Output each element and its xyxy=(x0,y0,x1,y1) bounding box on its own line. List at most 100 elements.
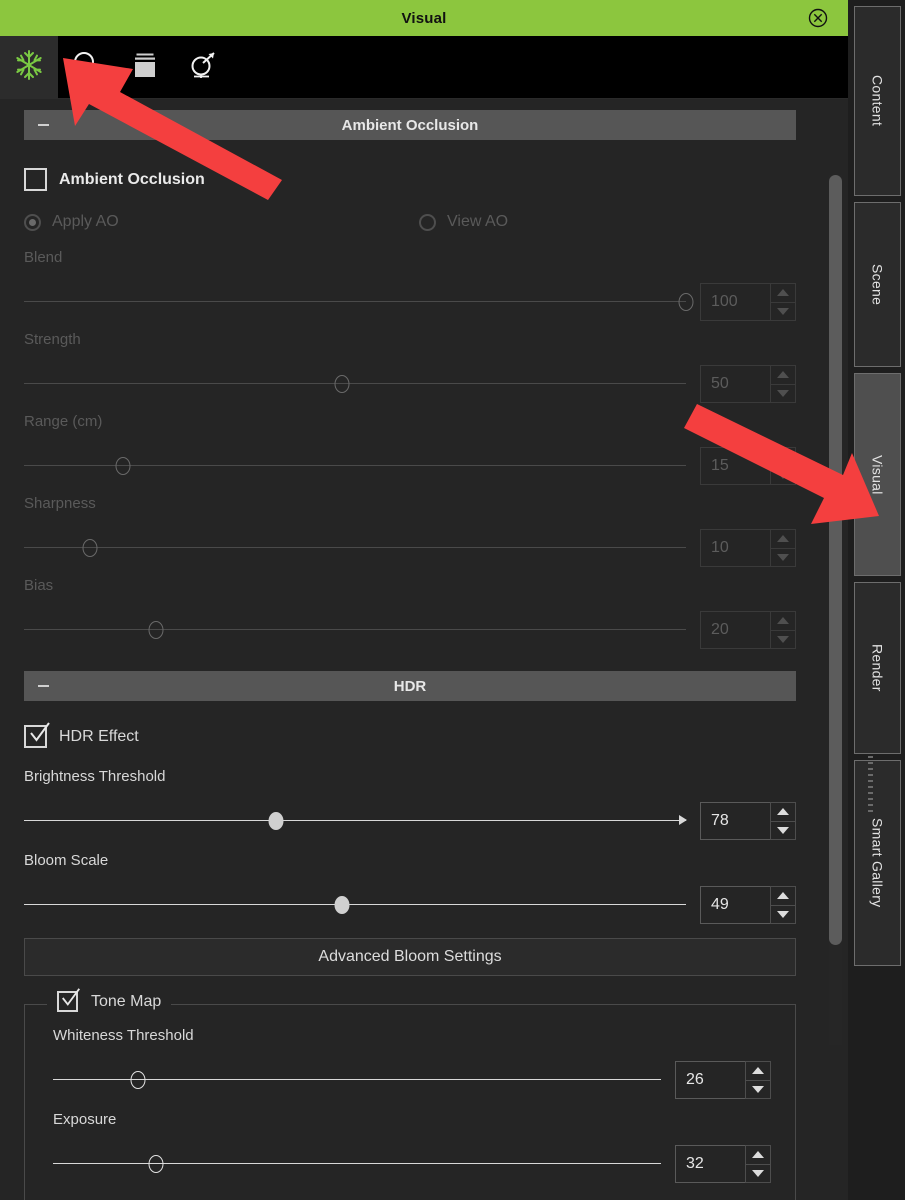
spinner-up-icon[interactable] xyxy=(771,887,795,906)
tone-map-slider-whiteness-threshold-track[interactable] xyxy=(53,1069,661,1091)
close-circle-icon[interactable] xyxy=(808,8,828,28)
hdr-slider-brightness-threshold: Brightness Threshold 78 xyxy=(24,768,796,840)
ao-slider-bias-knob[interactable] xyxy=(148,621,164,639)
page-title: Visual xyxy=(401,9,447,27)
ao-slider-sharpness-value[interactable]: 10 xyxy=(700,529,770,567)
ao-slider-strength-label: Strength xyxy=(24,331,81,348)
radio-view-ao-indicator[interactable] xyxy=(419,213,436,231)
tone-map-checkbox[interactable] xyxy=(57,988,80,1012)
section-header-ambient-occlusion[interactable]: Ambient Occlusion xyxy=(24,110,796,140)
spinner-up-icon[interactable] xyxy=(771,284,795,303)
tone-map-slider-whiteness-threshold-value[interactable]: 26 xyxy=(675,1061,745,1099)
ao-slider-strength-value[interactable]: 50 xyxy=(700,365,770,403)
hdr-effect-checkbox-label: HDR Effect xyxy=(59,727,139,745)
radio-apply-ao-indicator[interactable] xyxy=(24,213,41,231)
tab-content-label: Content xyxy=(869,75,886,127)
ao-slider-sharpness-track[interactable] xyxy=(24,537,686,559)
ao-slider-sharpness-spinner[interactable]: 10 xyxy=(700,529,796,567)
hdr-effect-checkbox[interactable] xyxy=(24,722,50,748)
panel-scrollbar-thumb[interactable] xyxy=(829,175,842,945)
hdr-slider-brightness-threshold-track[interactable] xyxy=(24,810,687,832)
tab-visual[interactable]: Visual xyxy=(854,373,901,576)
tone-map-legend[interactable]: Tone Map xyxy=(47,988,172,1012)
ao-slider-blend-spinner[interactable]: 100 xyxy=(700,283,796,321)
advanced-bloom-settings-button[interactable]: Advanced Bloom Settings xyxy=(24,938,796,976)
hdr-slider-brightness-threshold-spinner[interactable]: 78 xyxy=(700,802,796,840)
ao-slider-sharpness-label: Sharpness xyxy=(24,495,96,512)
magnifier-icon-button[interactable] xyxy=(58,36,116,99)
ao-slider-blend-label: Blend xyxy=(24,249,63,266)
spinner-down-icon[interactable] xyxy=(746,1081,770,1099)
minus-icon xyxy=(38,124,49,126)
tab-scene[interactable]: Scene xyxy=(854,202,901,367)
spinner-down-icon[interactable] xyxy=(771,303,795,321)
radio-view-ao[interactable]: View AO xyxy=(419,213,508,231)
ambient-occlusion-checkbox-row[interactable]: Ambient Occlusion xyxy=(24,168,796,191)
tone-map-slider-exposure-value[interactable]: 32 xyxy=(675,1145,745,1183)
tone-map-label: Tone Map xyxy=(91,992,162,1010)
ao-slider-bias-spinner[interactable]: 20 xyxy=(700,611,796,649)
ao-slider-strength-track[interactable] xyxy=(24,373,686,395)
hdr-slider-bloom-scale-spinner[interactable]: 49 xyxy=(700,886,796,924)
hdr-slider-bloom-scale-knob[interactable] xyxy=(334,896,350,914)
visual-settings-panel: Ambient Occlusion Ambient Occlusion Appl… xyxy=(0,99,848,1200)
spinner-up-icon[interactable] xyxy=(746,1146,770,1165)
tab-smart-gallery[interactable]: Smart Gallery xyxy=(854,760,901,966)
window-title-bar: Visual xyxy=(0,0,848,36)
ao-slider-sharpness-knob[interactable] xyxy=(82,539,98,557)
checkmark-icon xyxy=(60,987,84,1011)
ao-slider-blend-value[interactable]: 100 xyxy=(700,283,770,321)
hdr-slider-bloom-scale-track[interactable] xyxy=(24,894,686,916)
ao-slider-range-value[interactable]: 15 xyxy=(700,447,770,485)
ao-slider-strength: Strength 50 xyxy=(24,331,796,403)
ao-slider-blend-knob[interactable] xyxy=(678,293,694,311)
ao-slider-strength-spinner[interactable]: 50 xyxy=(700,365,796,403)
tone-map-slider-whiteness-threshold-knob[interactable] xyxy=(130,1071,146,1089)
ao-slider-range-knob[interactable] xyxy=(115,457,131,475)
light-direction-icon-button[interactable] xyxy=(174,36,232,99)
ao-slider-bias-track[interactable] xyxy=(24,619,686,641)
panel-scrollbar[interactable] xyxy=(829,175,842,1045)
radio-apply-ao-label: Apply AO xyxy=(52,213,119,230)
radio-apply-ao[interactable]: Apply AO xyxy=(24,213,419,231)
snowflake-icon-button[interactable] xyxy=(0,35,58,99)
layers-box-icon-button[interactable] xyxy=(116,36,174,99)
hdr-effect-checkbox-row[interactable]: HDR Effect xyxy=(24,722,796,748)
spinner-down-icon[interactable] xyxy=(771,822,795,840)
spinner-up-icon[interactable] xyxy=(746,1062,770,1081)
tab-strip-grip-handle[interactable] xyxy=(868,756,873,816)
ao-slider-bias-value[interactable]: 20 xyxy=(700,611,770,649)
spinner-up-icon[interactable] xyxy=(771,448,795,467)
tab-render[interactable]: Render xyxy=(854,582,901,754)
spinner-up-icon[interactable] xyxy=(771,612,795,631)
ao-slider-range-spinner[interactable]: 15 xyxy=(700,447,796,485)
tone-map-slider-exposure: Exposure 32 xyxy=(53,1111,771,1183)
tone-map-slider-exposure-spinner[interactable]: 32 xyxy=(675,1145,771,1183)
spinner-down-icon[interactable] xyxy=(771,549,795,567)
tone-map-slider-exposure-track[interactable] xyxy=(53,1153,661,1175)
ao-slider-strength-knob[interactable] xyxy=(334,375,350,393)
spinner-down-icon[interactable] xyxy=(771,467,795,485)
spinner-up-icon[interactable] xyxy=(771,366,795,385)
ao-slider-range-track[interactable] xyxy=(24,455,686,477)
tone-map-slider-whiteness-threshold-spinner[interactable]: 26 xyxy=(675,1061,771,1099)
spinner-up-icon[interactable] xyxy=(771,803,795,822)
tab-content[interactable]: Content xyxy=(854,6,901,196)
spinner-down-icon[interactable] xyxy=(771,906,795,924)
right-tab-strip: Content Scene Visual Render Smart Galler… xyxy=(848,0,905,1200)
ao-slider-blend-track[interactable] xyxy=(24,291,694,313)
tone-map-slider-exposure-knob[interactable] xyxy=(148,1155,164,1173)
tab-scene-label: Scene xyxy=(869,263,886,306)
tab-visual-label: Visual xyxy=(869,454,886,495)
section-header-hdr[interactable]: HDR xyxy=(24,671,796,701)
tab-render-label: Render xyxy=(869,644,886,692)
ambient-occlusion-checkbox[interactable] xyxy=(24,168,47,191)
hdr-slider-brightness-threshold-value[interactable]: 78 xyxy=(700,802,770,840)
hdr-slider-brightness-threshold-knob[interactable] xyxy=(268,812,284,830)
spinner-down-icon[interactable] xyxy=(771,385,795,403)
spinner-up-icon[interactable] xyxy=(771,530,795,549)
hdr-slider-bloom-scale-value[interactable]: 49 xyxy=(700,886,770,924)
spinner-down-icon[interactable] xyxy=(746,1165,770,1183)
ao-slider-blend: Blend 100 xyxy=(24,249,796,321)
spinner-down-icon[interactable] xyxy=(771,631,795,649)
